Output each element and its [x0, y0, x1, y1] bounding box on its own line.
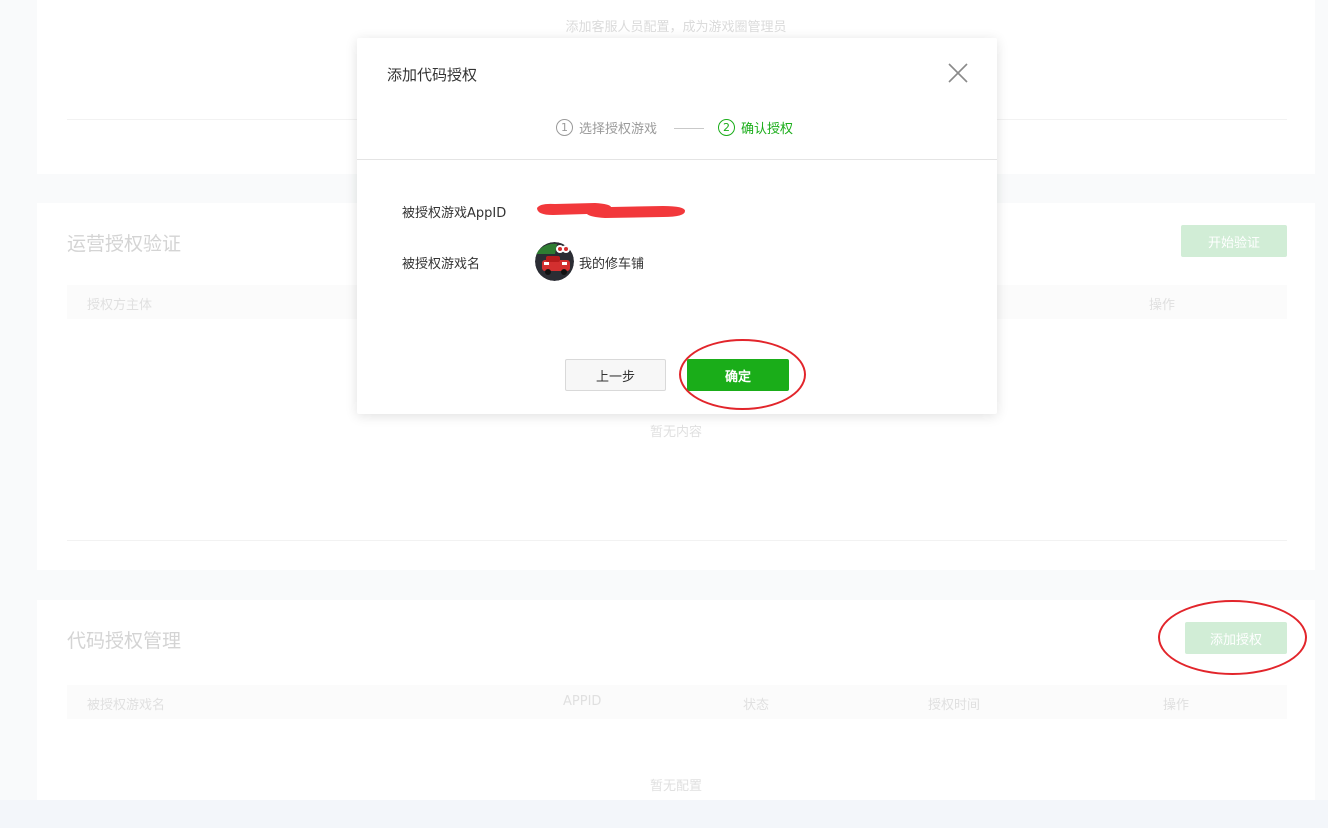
step-label: 确认授权 [741, 122, 794, 137]
step-label: 选择授权游戏 [579, 122, 658, 137]
annotation-circle-add-auth [1158, 600, 1307, 675]
dialog-title: 添加代码授权 [387, 66, 478, 84]
redacted-appid [535, 201, 687, 220]
close-icon[interactable] [945, 60, 971, 86]
step-confirm-auth: 2 确认授权 [718, 118, 793, 137]
step-indicator: 1 选择授权游戏 2 确认授权 [357, 118, 997, 138]
dialog-divider [357, 159, 997, 160]
annotation-circle-confirm [679, 339, 806, 410]
step-connector [674, 128, 704, 129]
add-code-auth-dialog: 添加代码授权 1 选择授权游戏 2 确认授权 被授权游戏AppID 被授权游戏名 [357, 38, 997, 414]
game-name-label: 被授权游戏名 [402, 257, 481, 272]
step-number: 2 [718, 119, 735, 136]
game-avatar [535, 242, 574, 281]
game-name-value: 我的修车铺 [579, 257, 645, 272]
step-number: 1 [556, 119, 573, 136]
appid-label: 被授权游戏AppID [402, 206, 507, 221]
previous-step-button[interactable]: 上一步 [565, 359, 666, 391]
step-select-game: 1 选择授权游戏 [556, 118, 657, 137]
